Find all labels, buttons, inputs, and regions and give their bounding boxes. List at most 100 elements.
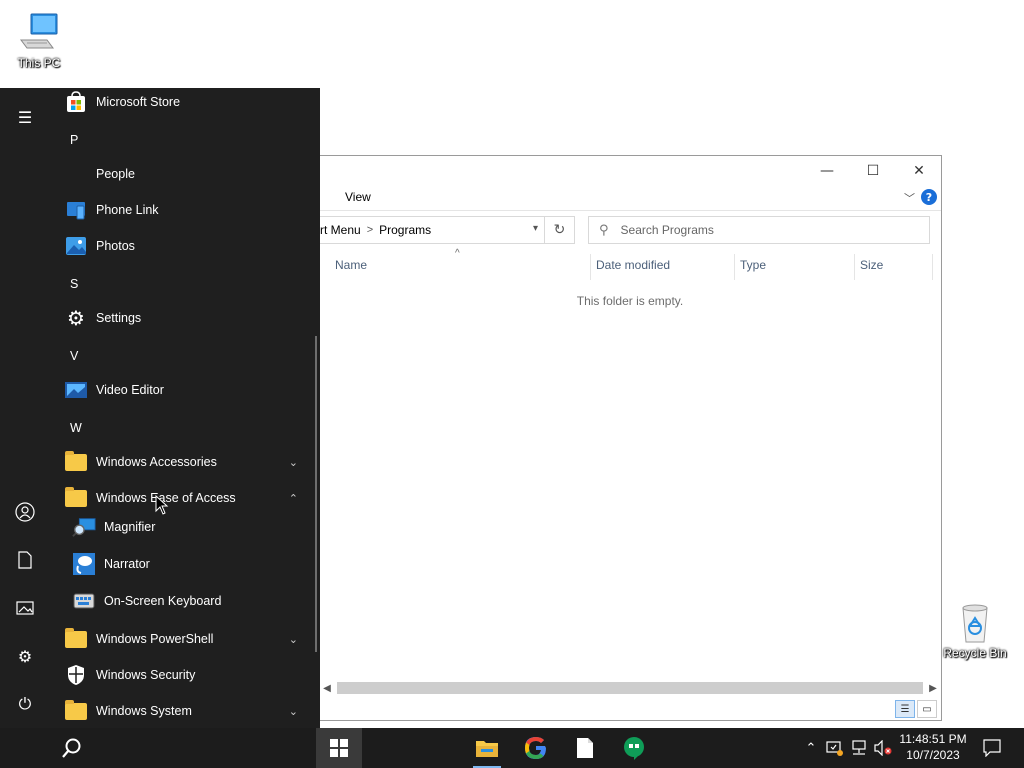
folder-windows-accessories[interactable]: Windows Accessories ⌄	[50, 446, 308, 478]
app-label: On-Screen Keyboard	[104, 594, 222, 608]
column-divider[interactable]	[734, 254, 735, 280]
breadcrumb-chevron-icon[interactable]: >	[367, 224, 373, 236]
action-center-button[interactable]	[978, 728, 1006, 768]
column-header-size[interactable]: Size	[860, 258, 883, 272]
taskbar-hangouts[interactable]	[612, 728, 656, 768]
volume-muted-icon	[874, 740, 892, 756]
column-header-date-modified[interactable]: Date modified	[596, 258, 670, 272]
magnifier-icon	[72, 515, 96, 539]
user-account-button[interactable]	[10, 497, 40, 527]
hangouts-icon	[624, 737, 644, 760]
app-microsoft-store[interactable]: Microsoft Store	[50, 86, 308, 118]
column-divider[interactable]	[590, 254, 591, 280]
letter-header-p[interactable]: P	[70, 133, 78, 147]
app-label: Microsoft Store	[96, 95, 181, 109]
scroll-right-icon[interactable]: ▶	[925, 683, 941, 694]
minimize-button[interactable]: —	[804, 156, 850, 186]
documents-button[interactable]	[10, 545, 40, 575]
large-icons-view-button[interactable]: ▭	[917, 700, 937, 718]
details-view-button[interactable]: ☰	[895, 700, 915, 718]
menu-button[interactable]: ☰	[10, 102, 40, 132]
letter-header-s[interactable]: S	[70, 277, 78, 291]
user-icon	[15, 502, 35, 522]
folder-windows-ease-of-access[interactable]: Windows Ease of Access ⌃	[50, 482, 308, 514]
letter-header-v[interactable]: V	[70, 349, 78, 363]
mouse-cursor-icon	[155, 495, 169, 515]
tray-overflow-button[interactable]: ⌃	[802, 728, 820, 768]
column-divider[interactable]	[932, 254, 933, 280]
scroll-left-icon[interactable]: ◀	[319, 683, 335, 694]
app-label: Windows Security	[96, 668, 196, 682]
photos-icon	[64, 234, 88, 258]
app-narrator[interactable]: Narrator	[50, 548, 308, 580]
maximize-button[interactable]: ☐	[850, 156, 896, 186]
tray-network-button[interactable]	[848, 728, 870, 768]
desktop-icon-recycle-bin[interactable]: Recycle Bin	[940, 600, 1010, 660]
tray-update-icon-button[interactable]	[824, 728, 846, 768]
pictures-button[interactable]	[10, 593, 40, 623]
desktop-icon-this-pc[interactable]: This PC	[4, 10, 74, 70]
close-icon: ✕	[913, 163, 925, 179]
breadcrumb-programs[interactable]: Programs	[379, 223, 431, 237]
sort-ascending-icon: ^	[455, 248, 460, 259]
close-button[interactable]: ✕	[896, 156, 942, 186]
breadcrumb-start-menu[interactable]: rt Menu	[320, 223, 361, 237]
app-label: Windows System	[96, 704, 192, 718]
power-icon: ⏻	[18, 694, 32, 713]
file-explorer-icon	[476, 741, 498, 757]
help-icon[interactable]: ?	[921, 189, 937, 205]
narrator-icon	[72, 552, 96, 576]
refresh-icon: ↻	[553, 222, 566, 238]
folder-icon	[64, 627, 88, 651]
app-settings[interactable]: ⚙ Settings	[50, 302, 308, 334]
status-bar: ☰ ▭	[319, 696, 941, 720]
scrollbar-thumb[interactable]	[337, 682, 923, 694]
address-dropdown-icon[interactable]: ▾	[533, 223, 538, 234]
app-label: Windows PowerShell	[96, 632, 214, 646]
address-bar[interactable]: rt Menu > Programs ▾	[319, 216, 545, 244]
app-label: Video Editor	[96, 383, 164, 397]
tab-view[interactable]: View	[345, 190, 371, 204]
ribbon-divider	[319, 210, 941, 211]
folder-icon	[64, 486, 88, 510]
app-windows-security[interactable]: Windows Security	[50, 659, 308, 691]
ribbon-expand-chevron-icon[interactable]: ﹀	[904, 190, 915, 206]
column-header-name[interactable]: Name	[335, 258, 367, 272]
app-label: People	[96, 167, 135, 181]
app-on-screen-keyboard[interactable]: On-Screen Keyboard	[50, 585, 308, 617]
app-people[interactable]: People	[50, 158, 308, 190]
taskbar: ⌃ 11:48:51 PM 10/7/2023	[0, 728, 1024, 768]
google-chrome-icon	[525, 737, 546, 759]
app-magnifier[interactable]: Magnifier	[50, 511, 308, 543]
horizontal-scrollbar[interactable]: ◀ ▶	[319, 680, 941, 696]
settings-button[interactable]: ⚙	[10, 641, 40, 671]
phone-link-icon	[64, 198, 88, 222]
title-bar[interactable]: — ☐ ✕	[319, 156, 941, 186]
start-button[interactable]	[316, 728, 362, 768]
start-menu-scrollbar[interactable]	[315, 336, 317, 652]
folder-windows-powershell[interactable]: Windows PowerShell ⌄	[50, 623, 308, 655]
app-video-editor[interactable]: Video Editor	[50, 374, 308, 406]
taskbar-clock[interactable]: 11:48:51 PM 10/7/2023	[896, 731, 970, 763]
maximize-icon: ☐	[866, 163, 880, 179]
app-label: Narrator	[104, 557, 150, 571]
column-header-type[interactable]: Type	[740, 258, 766, 272]
refresh-button[interactable]: ↻	[545, 216, 575, 244]
app-label: Magnifier	[104, 520, 156, 534]
letter-header-w[interactable]: W	[70, 421, 82, 435]
taskbar-search-button[interactable]	[52, 728, 92, 768]
power-button[interactable]: ⏻	[10, 689, 40, 719]
settings-icon: ⚙	[17, 646, 33, 666]
folder-windows-system[interactable]: Windows System ⌄	[50, 695, 308, 727]
app-photos[interactable]: Photos	[50, 230, 308, 262]
search-input[interactable]: ⚲ Search Programs	[588, 216, 930, 244]
taskbar-file-explorer[interactable]	[465, 728, 509, 768]
desktop-icon-label: This PC	[17, 56, 61, 70]
tray-volume-button[interactable]	[872, 728, 894, 768]
app-label: Photos	[96, 239, 135, 253]
update-notification-icon	[826, 741, 843, 756]
app-phone-link[interactable]: Phone Link	[50, 194, 308, 226]
taskbar-notepad[interactable]	[563, 728, 607, 768]
taskbar-google-chrome[interactable]	[514, 728, 558, 768]
column-divider[interactable]	[854, 254, 855, 280]
